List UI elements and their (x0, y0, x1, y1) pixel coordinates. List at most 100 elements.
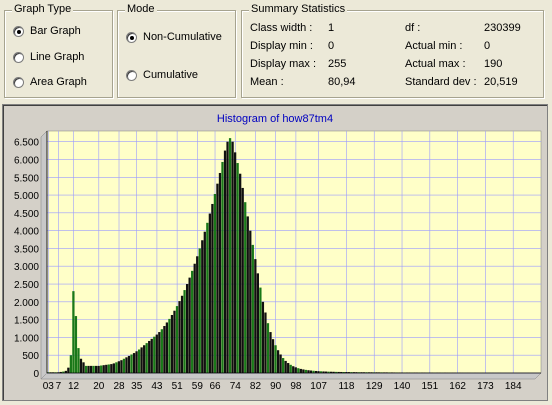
x-tick-label: 184 (505, 381, 522, 392)
x-tick-label: 107 (310, 381, 327, 392)
mode-group: Mode Non-Cumulative Cumulative (117, 3, 236, 98)
histogram-bar (279, 354, 282, 373)
area-graph-option[interactable]: Area Graph (13, 75, 87, 89)
actual-min-value: 0 (484, 40, 491, 52)
histogram-bar (173, 310, 176, 373)
histogram-bar (276, 350, 280, 373)
histogram-bar (168, 318, 171, 373)
histogram-bar (145, 343, 148, 373)
x-tick-label: 118 (338, 381, 354, 392)
histogram-bar (132, 353, 136, 373)
histogram-bar (302, 369, 305, 373)
histogram-panel: Histogram of how87tm4 0 500 1.000 1.500 2.00… (2, 104, 548, 401)
x-tick-label: 151 (421, 381, 438, 392)
x-tick-label: 51 (172, 381, 184, 392)
x-tick-label: 35 (131, 381, 143, 392)
histogram-bar (203, 231, 206, 373)
line-graph-option[interactable]: Line Graph (13, 50, 84, 64)
x-tick-label: 03 (43, 381, 55, 392)
histogram-bar (233, 152, 237, 373)
histogram-bar (185, 284, 189, 373)
histogram-bar (239, 173, 242, 373)
histogram-bar (244, 202, 247, 373)
df-value: 230399 (484, 22, 521, 34)
histogram-bar (236, 163, 239, 373)
non-cumulative-option[interactable]: Non-Cumulative (126, 30, 222, 44)
y-tick-label: 6.000 (14, 155, 39, 166)
actual-min-label: Actual min : (405, 40, 463, 52)
histogram-bar (251, 244, 254, 373)
display-max-label: Display max : (250, 58, 317, 70)
class-width-label: Class width : (250, 22, 313, 34)
histogram-bar (115, 362, 118, 373)
x-tick-label: 162 (449, 381, 466, 392)
non-cumulative-radio[interactable] (126, 31, 137, 43)
histogram-bar (218, 172, 222, 373)
display-max-value: 255 (328, 58, 347, 70)
x-tick-label: 43 (151, 381, 163, 392)
histogram-bar (84, 365, 88, 373)
histogram-bar (183, 290, 186, 373)
mean-value: 80,94 (328, 76, 356, 88)
histogram-bar (307, 370, 310, 373)
histogram-bar (287, 363, 290, 373)
histogram-bar (153, 336, 156, 373)
histogram-bar (158, 332, 161, 373)
histogram-bar (160, 329, 163, 373)
histogram-bar (206, 222, 209, 373)
histogram-bar (292, 366, 295, 373)
histogram-bar (100, 365, 103, 373)
x-tick-label: 20 (93, 381, 105, 392)
histogram-bar (266, 323, 270, 373)
graph-type-group: Graph Type Bar Graph Line Graph Area Gra… (4, 3, 113, 98)
bar-graph-radio[interactable] (13, 25, 24, 37)
histogram-bar (150, 338, 153, 373)
line-graph-radio[interactable] (13, 51, 24, 63)
summary-statistics-title: Summary Statistics (249, 3, 348, 15)
histogram-bar (256, 273, 259, 373)
histogram-bar (112, 363, 115, 373)
histogram-bar (241, 187, 244, 373)
x-tick-label: 28 (113, 381, 125, 392)
histogram-bar (249, 230, 252, 373)
display-min-label: Display min : (250, 40, 313, 52)
histogram-bar (102, 365, 105, 373)
std-dev-value: 20,519 (484, 76, 518, 88)
histogram-bar (198, 248, 201, 373)
histogram-bar (107, 364, 110, 373)
histogram-bar (201, 240, 204, 373)
actual-max-value: 190 (484, 58, 503, 70)
histogram-bar (282, 358, 285, 373)
histogram-bar (226, 141, 229, 373)
graph-type-title: Graph Type (12, 3, 74, 15)
histogram-bar (130, 354, 133, 373)
histogram-bar (228, 138, 232, 373)
histogram-bar (97, 365, 100, 373)
x-tick-label: 129 (366, 381, 383, 392)
x-tick-label: 90 (270, 381, 282, 392)
y-tick-label: 500 (22, 351, 39, 362)
histogram-bar (193, 263, 196, 373)
histogram-bar (216, 183, 219, 373)
histogram-bar (155, 334, 158, 373)
area-graph-label: Area Graph (30, 76, 87, 88)
histogram-bar (254, 259, 257, 373)
y-tick-label: 1.500 (14, 316, 39, 327)
y-tick-label: 5.500 (14, 173, 39, 184)
cumulative-radio[interactable] (126, 69, 137, 81)
bar-graph-option[interactable]: Bar Graph (13, 24, 81, 38)
histogram-bar (297, 368, 300, 373)
histogram-bar (127, 355, 131, 373)
histogram-bar (178, 301, 181, 373)
cumulative-option[interactable]: Cumulative (126, 68, 198, 82)
histogram-bar (188, 277, 191, 373)
histogram-bar (82, 362, 85, 373)
histogram-bar (259, 287, 262, 373)
histogram-bar (304, 369, 308, 373)
area-graph-radio[interactable] (13, 76, 24, 88)
histogram-bar (89, 365, 93, 373)
histogram-bar (196, 256, 199, 373)
summary-statistics-group: Summary Statistics Class width : 1 df : … (241, 3, 544, 98)
histogram-bar (74, 316, 78, 373)
y-tick-label: 4.000 (14, 227, 39, 238)
